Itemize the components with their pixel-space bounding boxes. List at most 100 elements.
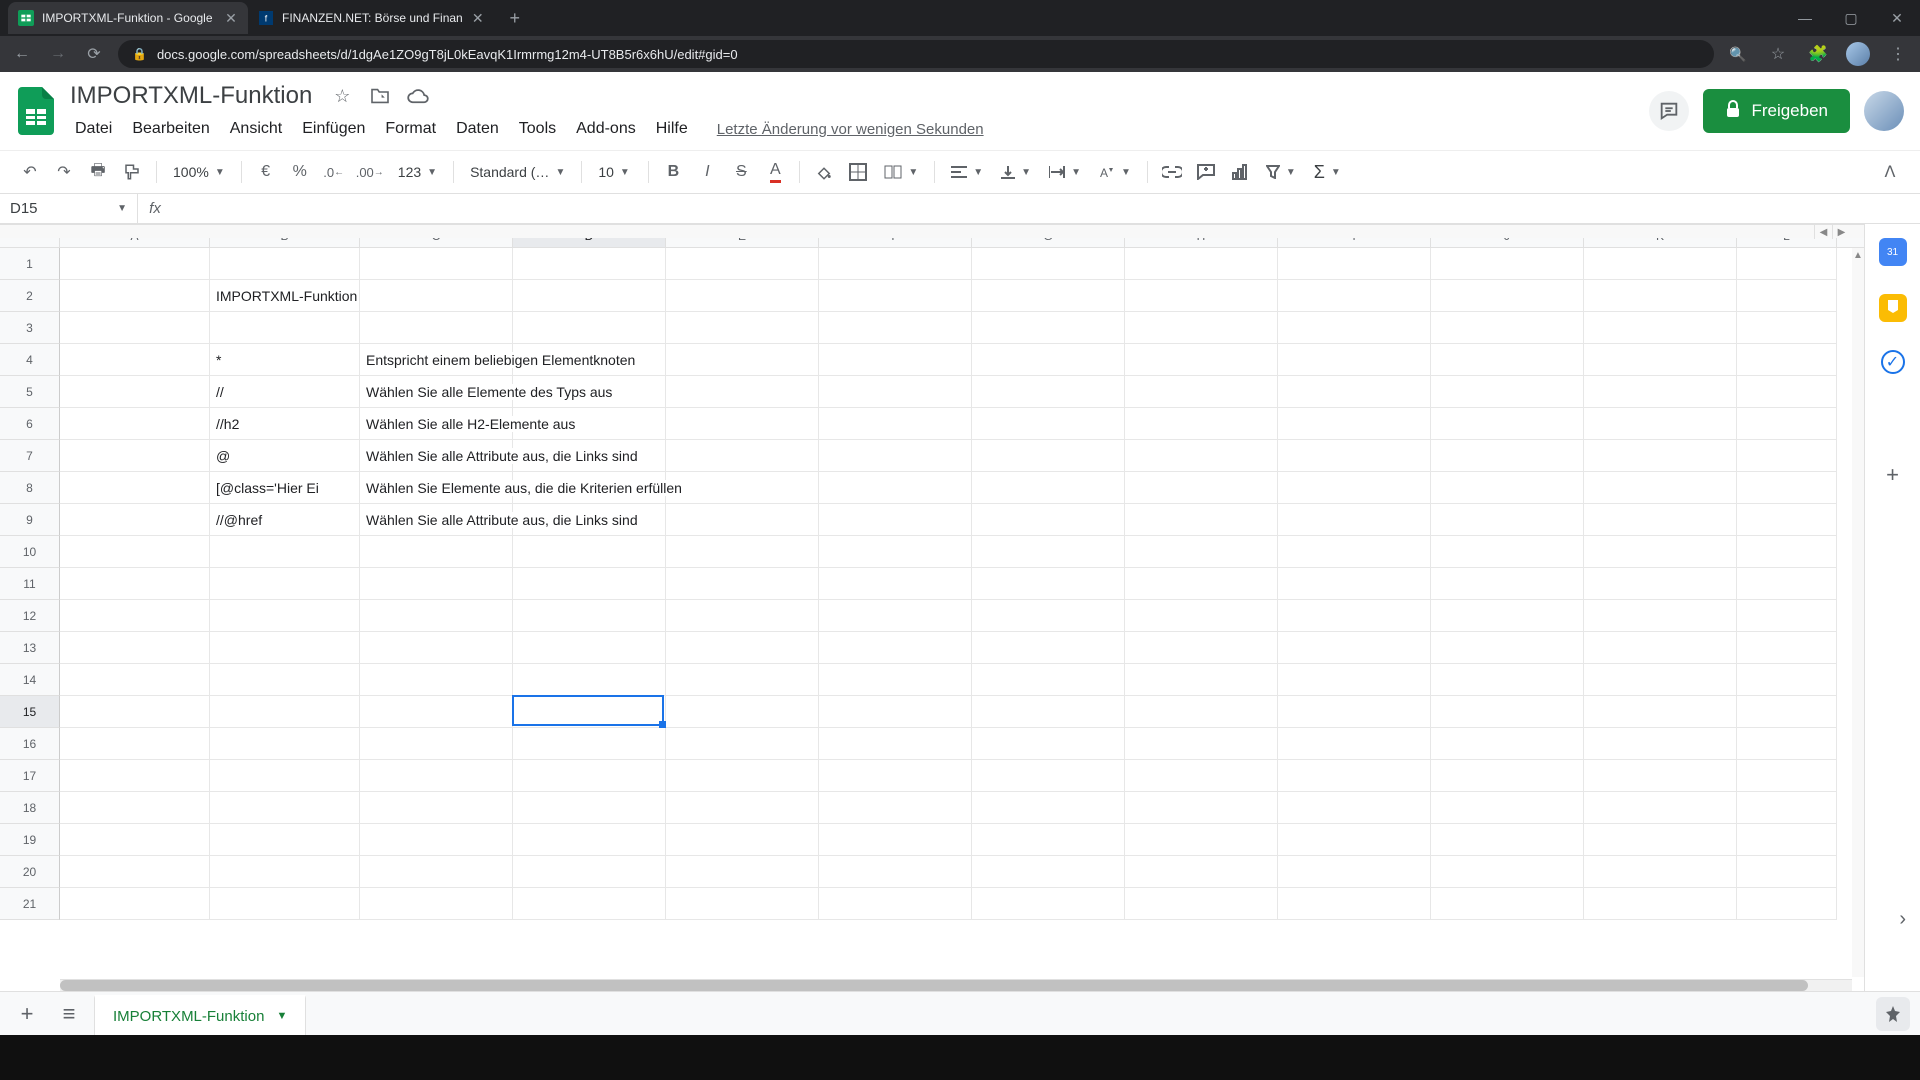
- cell[interactable]: [1431, 888, 1584, 920]
- cell[interactable]: [513, 568, 666, 600]
- row-header[interactable]: 19: [0, 824, 60, 856]
- cell[interactable]: [1584, 728, 1737, 760]
- cell[interactable]: [972, 856, 1125, 888]
- cell[interactable]: [1737, 760, 1837, 792]
- cell[interactable]: [1584, 600, 1737, 632]
- cell[interactable]: [1737, 728, 1837, 760]
- comment-button[interactable]: [1190, 157, 1222, 187]
- cell[interactable]: [60, 728, 210, 760]
- cell[interactable]: [1584, 440, 1737, 472]
- paint-format-button[interactable]: [116, 157, 148, 187]
- cell[interactable]: [972, 792, 1125, 824]
- cell[interactable]: [210, 600, 360, 632]
- account-avatar[interactable]: [1864, 91, 1904, 131]
- cell[interactable]: [1431, 632, 1584, 664]
- cell[interactable]: [972, 632, 1125, 664]
- cell[interactable]: [972, 312, 1125, 344]
- cell[interactable]: [360, 248, 513, 280]
- browser-tab-1[interactable]: IMPORTXML-Funktion - Google ✕: [8, 2, 248, 34]
- menu-ansicht[interactable]: Ansicht: [221, 116, 291, 142]
- cell[interactable]: [1584, 472, 1737, 504]
- cell[interactable]: [1584, 408, 1737, 440]
- cell[interactable]: [1278, 312, 1431, 344]
- row-header[interactable]: 18: [0, 792, 60, 824]
- cell[interactable]: [1584, 568, 1737, 600]
- borders-button[interactable]: [842, 157, 874, 187]
- share-button[interactable]: Freigeben: [1703, 89, 1850, 133]
- strikethrough-button[interactable]: S: [725, 157, 757, 187]
- sheet-tab-active[interactable]: IMPORTXML-Funktion ▼: [94, 995, 306, 1035]
- cell[interactable]: [666, 504, 819, 536]
- reload-button[interactable]: ⟳: [82, 42, 106, 66]
- browser-tab-2[interactable]: f FINANZEN.NET: Börse und Finan ✕: [248, 2, 495, 34]
- cell[interactable]: [210, 856, 360, 888]
- cell[interactable]: [666, 728, 819, 760]
- font-select[interactable]: Standard (…▼: [462, 164, 573, 180]
- cell[interactable]: [819, 632, 972, 664]
- cell[interactable]: [1125, 888, 1278, 920]
- cell[interactable]: [666, 600, 819, 632]
- cell[interactable]: [1278, 760, 1431, 792]
- cell[interactable]: [1584, 792, 1737, 824]
- cell[interactable]: [972, 280, 1125, 312]
- cell[interactable]: [666, 408, 819, 440]
- cell[interactable]: [1431, 408, 1584, 440]
- number-format-select[interactable]: 123▼: [390, 164, 445, 180]
- cell[interactable]: [513, 280, 666, 312]
- cell[interactable]: [1278, 376, 1431, 408]
- cell[interactable]: [1278, 888, 1431, 920]
- scroll-left-button[interactable]: ◀: [1814, 225, 1832, 239]
- cell[interactable]: [513, 600, 666, 632]
- cell[interactable]: [972, 696, 1125, 728]
- cell[interactable]: [@class='Hier Ei: [210, 472, 360, 504]
- cell[interactable]: [60, 856, 210, 888]
- doc-title[interactable]: IMPORTXML-Funktion: [66, 80, 316, 112]
- cell[interactable]: Entspricht einem beliebigen Elementknote…: [360, 344, 513, 376]
- cell[interactable]: [972, 536, 1125, 568]
- cell[interactable]: [972, 760, 1125, 792]
- cell[interactable]: [819, 792, 972, 824]
- cell[interactable]: [60, 824, 210, 856]
- cell[interactable]: [1431, 696, 1584, 728]
- row-header[interactable]: 4: [0, 344, 60, 376]
- bold-button[interactable]: B: [657, 157, 689, 187]
- row-header[interactable]: 8: [0, 472, 60, 504]
- row-header[interactable]: 17: [0, 760, 60, 792]
- cell[interactable]: [972, 568, 1125, 600]
- cell[interactable]: [819, 728, 972, 760]
- maximize-button[interactable]: ▢: [1828, 2, 1874, 34]
- row-header[interactable]: 14: [0, 664, 60, 696]
- cell[interactable]: [360, 536, 513, 568]
- minimize-button[interactable]: —: [1782, 2, 1828, 34]
- cell[interactable]: [1431, 856, 1584, 888]
- sheet-menu-icon[interactable]: ▼: [276, 1010, 287, 1022]
- cell[interactable]: *: [210, 344, 360, 376]
- cell[interactable]: [1737, 664, 1837, 696]
- cell[interactable]: [60, 280, 210, 312]
- cell[interactable]: [1737, 408, 1837, 440]
- cell[interactable]: [1431, 312, 1584, 344]
- cell[interactable]: [819, 696, 972, 728]
- cell[interactable]: [210, 824, 360, 856]
- cell[interactable]: [513, 888, 666, 920]
- currency-button[interactable]: €: [250, 157, 282, 187]
- cell[interactable]: [666, 280, 819, 312]
- cell[interactable]: [1431, 504, 1584, 536]
- tasks-icon[interactable]: ✓: [1881, 350, 1905, 374]
- cell[interactable]: [210, 888, 360, 920]
- cell[interactable]: [1125, 792, 1278, 824]
- cell[interactable]: //h2: [210, 408, 360, 440]
- cell[interactable]: [1584, 280, 1737, 312]
- cell[interactable]: [972, 728, 1125, 760]
- cell[interactable]: [972, 664, 1125, 696]
- cell[interactable]: [819, 600, 972, 632]
- menu-daten[interactable]: Daten: [447, 116, 508, 142]
- cell[interactable]: [819, 408, 972, 440]
- cell[interactable]: [60, 792, 210, 824]
- cell[interactable]: [819, 568, 972, 600]
- cell[interactable]: [1431, 792, 1584, 824]
- cell[interactable]: [60, 568, 210, 600]
- cell[interactable]: [1584, 248, 1737, 280]
- extensions-icon[interactable]: 🧩: [1806, 42, 1830, 66]
- cell[interactable]: [666, 856, 819, 888]
